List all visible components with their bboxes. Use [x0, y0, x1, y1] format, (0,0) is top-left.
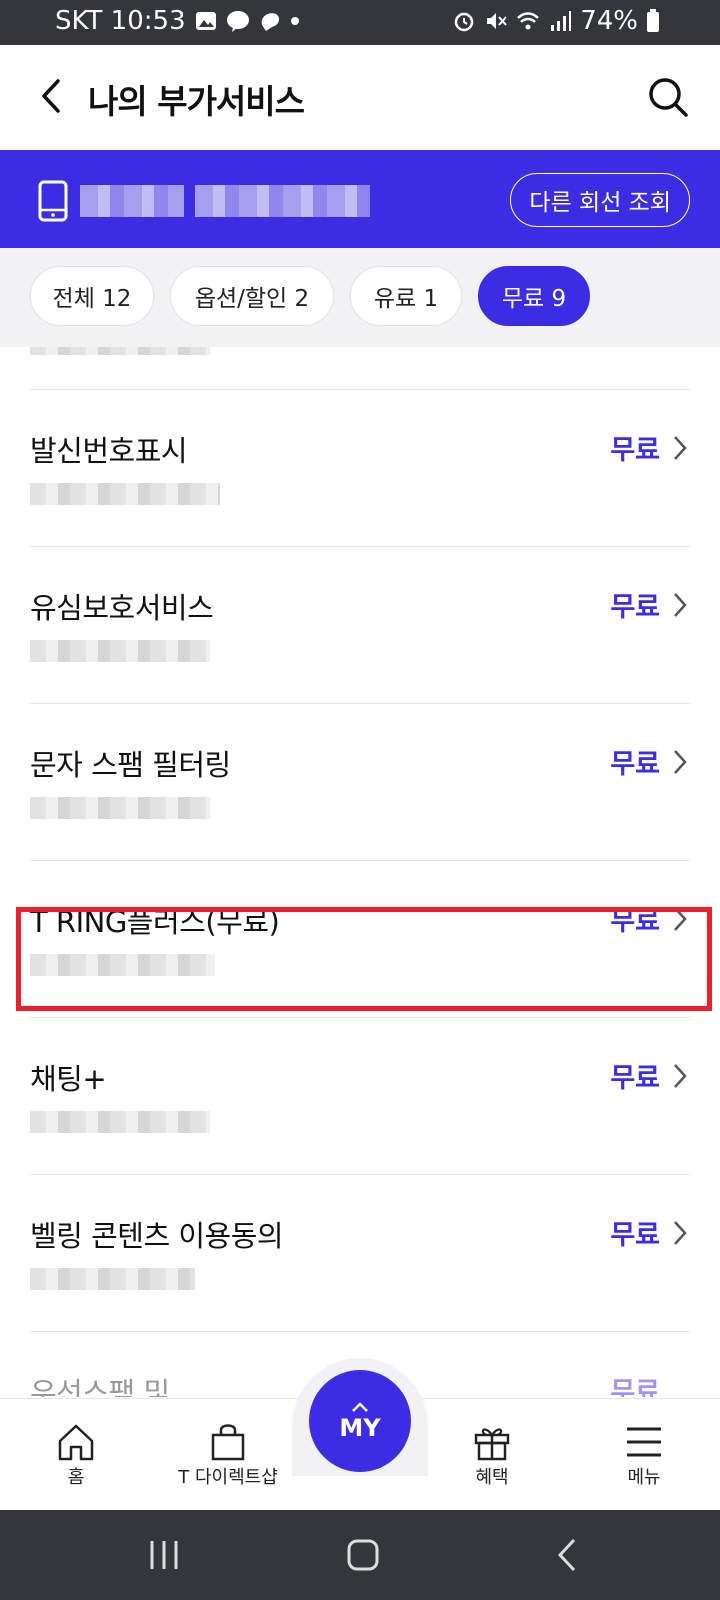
alarm-icon — [454, 12, 474, 32]
nav-benefits[interactable]: 혜택 — [466, 1421, 518, 1489]
my-button-label: MY — [339, 1414, 381, 1442]
tab-free[interactable]: 무료 9 — [478, 266, 590, 326]
carrier-time: SKT 10:53 — [55, 6, 186, 36]
masked-detail — [30, 1268, 195, 1290]
masked-detail — [30, 797, 210, 819]
masked-detail — [30, 640, 210, 662]
dot-icon — [290, 17, 299, 25]
nav-home-label: 홈 — [67, 1467, 85, 1488]
page-title: 나의 부가서비스 — [88, 82, 305, 121]
list-item[interactable]: 벨링 콘텐츠 이용동의 무료 — [30, 1175, 690, 1332]
chevron-right-icon — [674, 1064, 687, 1088]
my-button[interactable]: MY — [309, 1370, 411, 1472]
back-arrow-icon[interactable] — [28, 71, 78, 121]
nav-shop[interactable]: T 다이렉트샵 — [170, 1421, 286, 1489]
talk-icon — [226, 11, 249, 32]
app-header: 나의 부가서비스 — [0, 45, 720, 150]
service-price: 무료 — [610, 749, 660, 780]
service-price: 무료 — [610, 1377, 660, 1397]
service-name: 유심보호서비스 — [30, 591, 214, 625]
gift-icon — [474, 1428, 510, 1461]
home-button-icon[interactable] — [343, 1535, 383, 1575]
other-line-button[interactable]: 다른 회선 조회 — [510, 173, 690, 227]
filter-tabs: 전체 12 옵션/할인 2 유료 1 무료 9 — [0, 248, 720, 347]
nav-menu[interactable]: 메뉴 — [618, 1421, 670, 1489]
chevron-up-icon — [352, 1402, 368, 1412]
service-price: 무료 — [610, 1063, 660, 1094]
service-name: 우선스팸 및 — [30, 1376, 170, 1397]
chat-bubble-icon — [261, 13, 279, 31]
list-item[interactable]: T RING플러스(무료) 무료 — [30, 861, 690, 1018]
list-item[interactable]: 채팅+ 무료 — [30, 1018, 690, 1175]
masked-detail — [30, 1111, 210, 1133]
masked-detail — [30, 347, 210, 355]
phone-icon — [38, 180, 68, 222]
hamburger-menu-icon — [627, 1427, 661, 1457]
nav-home[interactable]: 홈 — [50, 1421, 102, 1489]
tab-paid[interactable]: 유료 1 — [350, 266, 462, 326]
masked-detail — [30, 483, 220, 505]
list-item[interactable]: 유심보호서비스 무료 — [30, 547, 690, 704]
line-info-bar: 다른 회선 조회 — [0, 150, 720, 248]
service-price: 무료 — [610, 435, 660, 466]
service-list: 발신번호표시 무료 유심보호서비스 무료 문자 스팸 필터링 무료 T RING… — [0, 347, 720, 1397]
service-name: 발신번호표시 — [30, 434, 188, 468]
service-price: 무료 — [610, 1220, 660, 1251]
chevron-right-icon — [674, 436, 687, 460]
service-price: 무료 — [610, 906, 660, 937]
chevron-right-icon — [674, 750, 687, 774]
chevron-right-icon — [674, 593, 687, 617]
nav-menu-label: 메뉴 — [627, 1467, 661, 1488]
system-back-icon[interactable] — [548, 1535, 588, 1575]
status-left: SKT 10:53 — [55, 6, 300, 36]
battery-icon — [647, 9, 659, 32]
gallery-icon — [195, 12, 216, 30]
battery-percent: 74% — [580, 6, 638, 36]
nav-benefits-label: 혜택 — [475, 1467, 509, 1488]
status-bar: SKT 10:53 74% — [0, 0, 720, 45]
list-item[interactable]: 발신번호표시 무료 — [30, 390, 690, 547]
wifi-icon — [517, 12, 540, 30]
masked-detail — [30, 954, 215, 976]
search-icon[interactable] — [646, 75, 690, 119]
chevron-right-icon — [674, 1221, 687, 1245]
nav-shop-label: T 다이렉트샵 — [178, 1467, 278, 1488]
chevron-right-icon — [674, 907, 687, 931]
shopping-bag-icon — [211, 1424, 245, 1461]
tab-all[interactable]: 전체 12 — [30, 266, 154, 326]
list-item-partial-top — [30, 347, 690, 390]
system-nav-bar — [0, 1510, 720, 1600]
service-price: 무료 — [610, 592, 660, 623]
status-right: 74% — [452, 6, 660, 36]
mute-icon — [487, 13, 507, 29]
service-name: T RING플러스(무료) — [30, 905, 280, 939]
service-name: 문자 스팸 필터링 — [30, 748, 231, 782]
signal-icon — [551, 11, 572, 31]
home-icon — [58, 1424, 94, 1461]
tab-options-discounts[interactable]: 옵션/할인 2 — [170, 266, 334, 326]
service-name: 채팅+ — [30, 1062, 107, 1096]
list-item[interactable]: 문자 스팸 필터링 무료 — [30, 704, 690, 861]
recent-apps-icon[interactable] — [144, 1535, 184, 1575]
service-name: 벨링 콘텐츠 이용동의 — [30, 1219, 284, 1253]
masked-plan-name — [195, 185, 370, 217]
masked-phone-number — [80, 185, 184, 217]
